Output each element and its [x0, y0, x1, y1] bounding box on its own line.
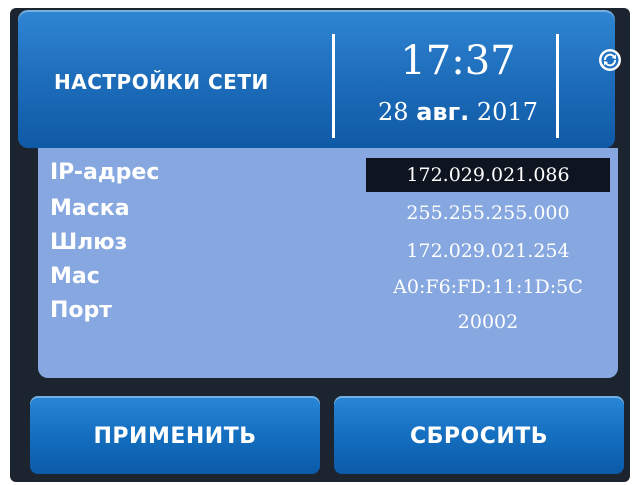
apply-button[interactable]: ПРИМЕНИТЬ [30, 396, 320, 474]
mac-label: Mac [50, 264, 100, 289]
gateway-field[interactable]: 172.029.021.254 [368, 240, 608, 262]
header-bar: НАСТРОЙКИ СЕТИ 17:37 28 авг. 2017 [18, 10, 621, 148]
header-divider-left [332, 34, 335, 138]
gateway-label: Шлюз [50, 230, 128, 255]
ip-field[interactable]: 172.029.021.086 [366, 158, 610, 192]
port-label: Порт [50, 298, 113, 323]
sync-icon[interactable] [598, 48, 622, 72]
date-year: 2017 [476, 98, 538, 126]
port-field[interactable]: 20002 [368, 311, 608, 333]
ip-label: IP-адрес [50, 160, 160, 185]
reset-button[interactable]: СБРОСИТЬ [334, 396, 624, 474]
clock-date: 28 авг. 2017 [348, 98, 568, 126]
page-title: НАСТРОЙКИ СЕТИ [54, 70, 269, 94]
date-month: авг. [416, 98, 470, 126]
mask-label: Маска [50, 196, 130, 221]
clock-time: 17:37 [400, 38, 516, 84]
mac-field[interactable]: A0:F6:FD:11:1D:5C [368, 276, 608, 298]
network-settings-panel: IP-адрес 172.029.021.086 Маска 255.255.2… [38, 148, 618, 378]
date-day: 28 [378, 98, 409, 126]
mask-field[interactable]: 255.255.255.000 [368, 202, 608, 224]
